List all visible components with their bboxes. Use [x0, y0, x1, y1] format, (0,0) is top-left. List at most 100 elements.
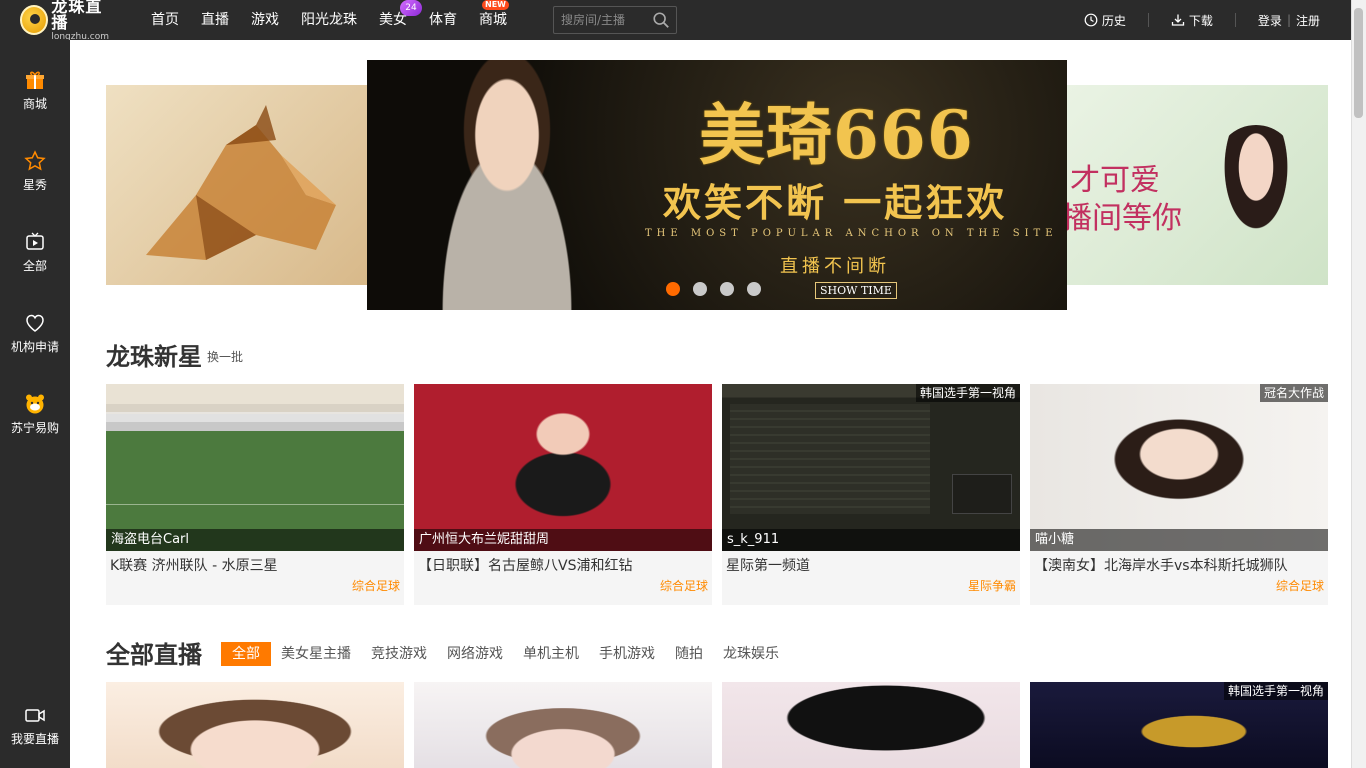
- main-nav: 首页 直播 游戏 阳光龙珠 美女 体育 商城: [140, 0, 518, 40]
- gift-icon: [26, 71, 44, 89]
- stream-card[interactable]: [722, 682, 1020, 768]
- sidebar-item-suning[interactable]: 苏宁易购: [0, 379, 70, 449]
- category-filters: 全部 美女星主播 竞技游戏 网络游戏 单机主机 手机游戏 随拍 龙珠娱乐: [221, 642, 799, 666]
- banner-subtitle: 欢笑不断 一起狂欢: [663, 180, 1008, 225]
- nav-sunshine-longzhu[interactable]: 阳光龙珠: [290, 0, 368, 40]
- sidebar-item-mall[interactable]: 商城: [0, 55, 70, 125]
- anchor-name: 广州恒大布兰妮甜甜周: [414, 529, 712, 551]
- stream-thumbnail: 韩国选手第一视角 s_k_911: [722, 384, 1020, 551]
- download-icon: [1171, 14, 1185, 26]
- stream-tag: 韩国选手第一视角: [1223, 682, 1328, 700]
- search-input[interactable]: [554, 7, 646, 33]
- stream-category[interactable]: 星际争霸: [968, 577, 1016, 594]
- filter-tab-esports[interactable]: 竞技游戏: [371, 642, 427, 666]
- banner-title: 美琦666: [699, 96, 974, 174]
- stream-card[interactable]: [106, 682, 404, 768]
- sidebar-item-label: 苏宁易购: [10, 420, 59, 435]
- stream-title: 【澳南女】北海岸水手vs本科斯托城狮队: [1034, 558, 1288, 574]
- stream-title: 【日职联】名古屋鲸八VS浦和红钻: [418, 558, 633, 574]
- all-live-title: 全部直播: [106, 641, 202, 669]
- sidebar: 商城 星秀 全部 机构申请 苏宁易购 我要直播: [0, 40, 70, 768]
- nav-games[interactable]: 游戏: [240, 0, 290, 40]
- suning-icon: [26, 394, 44, 413]
- sidebar-item-agency[interactable]: 机构申请: [0, 298, 70, 368]
- download-label: 下载: [1188, 13, 1213, 28]
- main-content: 才可爱 播间等你 美琦666 欢笑不断 一起狂欢 THE MOST POPULA…: [70, 40, 1351, 768]
- logo-text: 龙珠直播: [51, 0, 103, 32]
- sidebar-item-go-live[interactable]: 我要直播: [0, 690, 70, 760]
- new-stars-title: 龙珠新星: [106, 343, 202, 371]
- filter-tab-casual[interactable]: 随拍: [675, 642, 703, 666]
- new-badge: NEW: [482, 0, 509, 10]
- anchor-name: 海盗电台Carl: [106, 529, 404, 551]
- stream-title: 星际第一频道: [726, 558, 810, 574]
- nav-live[interactable]: 直播: [190, 0, 240, 40]
- sidebar-item-label: 我要直播: [10, 731, 59, 746]
- camera-icon: [25, 708, 45, 722]
- clock-icon: [1084, 13, 1098, 27]
- stream-tag: 韩国选手第一视角: [915, 384, 1020, 402]
- scrollbar-thumb[interactable]: [1354, 8, 1363, 118]
- tv-icon: [26, 232, 44, 250]
- sidebar-item-all[interactable]: 全部: [0, 217, 70, 287]
- filter-tab-entertainment[interactable]: 龙珠娱乐: [723, 642, 779, 666]
- banner-english: THE MOST POPULAR ANCHOR ON THE SITE: [645, 228, 1058, 239]
- logo[interactable]: 龙珠直播 longzhu.com: [20, 0, 115, 41]
- scrollbar[interactable]: [1351, 0, 1366, 768]
- stream-title: K联赛 济州联队 - 水原三星: [110, 558, 278, 574]
- history-label: 历史: [1101, 13, 1126, 28]
- carousel-dot[interactable]: [666, 282, 680, 296]
- anchor-name: 喵小糖: [1030, 529, 1328, 551]
- carousel-dot[interactable]: [747, 282, 761, 296]
- top-right-actions: 历史 下载 登录 | 注册: [1084, 0, 1320, 40]
- divider: [1234, 13, 1236, 27]
- sidebar-item-label: 商城: [22, 96, 47, 111]
- stream-card[interactable]: 韩国选手第一视角: [1030, 682, 1328, 768]
- stream-card[interactable]: 韩国选手第一视角 s_k_911 星际第一频道 星际争霸: [722, 384, 1020, 605]
- stream-card[interactable]: [414, 682, 712, 768]
- switch-batch-link[interactable]: 换一批: [207, 348, 243, 365]
- stream-tag: 冠名大作战: [1259, 384, 1328, 402]
- top-bar: 龙珠直播 longzhu.com 首页 直播 游戏 阳光龙珠 美女 体育 商城 …: [0, 0, 1366, 41]
- star-icon: [24, 149, 46, 170]
- filter-tab-beauty[interactable]: 美女星主播: [281, 642, 351, 666]
- beauty-heart-badge: 24: [400, 0, 422, 16]
- search-box: [553, 6, 677, 34]
- login-link[interactable]: 登录: [1258, 12, 1282, 29]
- stream-category[interactable]: 综合足球: [1276, 577, 1324, 594]
- stream-category[interactable]: 综合足球: [352, 577, 400, 594]
- nav-sports[interactable]: 体育: [418, 0, 468, 40]
- stream-card[interactable]: 广州恒大布兰妮甜甜周 【日职联】名古屋鲸八VS浦和红钻 综合足球: [414, 384, 712, 605]
- anchor-photo: [1216, 125, 1296, 245]
- sidebar-item-star-show[interactable]: 星秀: [0, 136, 70, 206]
- search-icon[interactable]: [652, 11, 670, 29]
- carousel-dot[interactable]: [720, 282, 734, 296]
- banner-show-time: SHOW TIME: [815, 282, 897, 299]
- banner-next-slide[interactable]: 才可爱 播间等你: [1066, 85, 1328, 285]
- logo-dragon-icon: [20, 5, 49, 35]
- stream-card[interactable]: 冠名大作战 喵小糖 【澳南女】北海岸水手vs本科斯托城狮队 综合足球: [1030, 384, 1328, 605]
- banner-prev-slide[interactable]: [106, 85, 368, 285]
- banner-main-slide[interactable]: 美琦666 欢笑不断 一起狂欢 THE MOST POPULAR ANCHOR …: [367, 60, 1067, 310]
- filter-tab-mobile-games[interactable]: 手机游戏: [599, 642, 655, 666]
- stream-thumbnail: 冠名大作战 喵小糖: [1030, 384, 1328, 551]
- stream-category[interactable]: 综合足球: [660, 577, 708, 594]
- banner-live-text: 直播不间断: [780, 256, 890, 277]
- register-link[interactable]: 注册: [1296, 12, 1320, 29]
- anchor-photo: [407, 60, 607, 310]
- filter-tab-console[interactable]: 单机主机: [523, 642, 579, 666]
- sidebar-item-label: 机构申请: [10, 339, 59, 354]
- filter-tab-all[interactable]: 全部: [221, 642, 271, 666]
- history-button[interactable]: 历史: [1084, 12, 1126, 29]
- carousel-dot[interactable]: [693, 282, 707, 296]
- stream-card[interactable]: 海盗电台Carl K联赛 济州联队 - 水原三星 综合足球: [106, 384, 404, 605]
- divider: [1147, 13, 1149, 27]
- login-register-divider: |: [1286, 13, 1291, 27]
- filter-tab-online-games[interactable]: 网络游戏: [447, 642, 503, 666]
- banner-right-text-2: 播间等你: [1066, 201, 1182, 236]
- sidebar-item-label: 星秀: [22, 177, 47, 192]
- download-button[interactable]: 下载: [1171, 12, 1213, 29]
- nav-home[interactable]: 首页: [140, 0, 190, 40]
- sidebar-item-label: 全部: [22, 258, 47, 273]
- carousel-dots: [666, 282, 774, 296]
